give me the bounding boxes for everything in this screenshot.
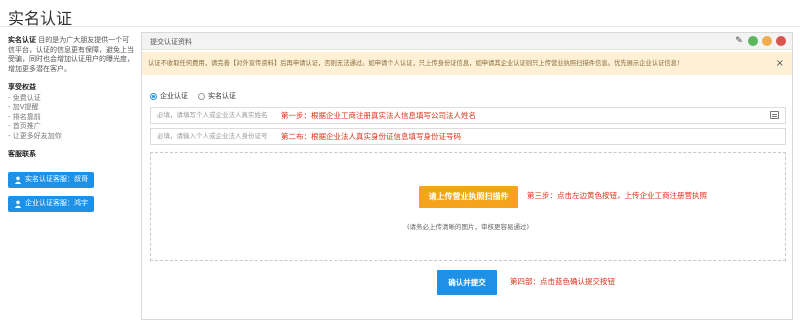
- intro-text: 实名认证 目的是为广大朋友提供一个可信平台，认证的信息更有保障，避免上当受骗，同…: [8, 36, 136, 74]
- benefits-list: - 免费认证 - 加V提醒 - 排名靠前 - 首页推广 - 让更多好友加你: [8, 94, 136, 142]
- step-four-hint: 第四部：点击蓝色确认提交按钮: [510, 277, 615, 286]
- sidebar: 实名认证 目的是为广大朋友提供一个可信平台，认证的信息更有保障，避免上当受骗，同…: [8, 36, 136, 212]
- step-three-hint: 第三步：点击左边黄色按钮，上传企业工商注册营执照: [527, 191, 707, 200]
- panel-header: 提交认证资料 ✎: [142, 33, 792, 50]
- notice-close-icon[interactable]: ×: [776, 52, 784, 75]
- step-two-hint: 第二布：根据企业法人真实身份证信息填写身份证号码: [281, 132, 461, 141]
- verification-panel: 提交认证资料 ✎ 认证不收取任何费用，请完善【对外宣传资料】后再申请认证，否则无…: [141, 32, 793, 320]
- benefit-item: - 让更多好友加你: [8, 131, 62, 140]
- intro-bold: 实名认证: [8, 36, 36, 44]
- contact-button-label: 实名认证客服：叔哥: [25, 174, 88, 183]
- id-number-input[interactable]: 必填，请输入个人或企业法人身份证号 第二布：根据企业法人真实身份证信息填写身份证…: [150, 128, 786, 145]
- wrench-icon[interactable]: ✎: [734, 36, 744, 46]
- radio-enterprise-label: 企业认证: [160, 92, 188, 100]
- radio-personal-label: 实名认证: [208, 92, 236, 100]
- benefit-item: - 排名靠前: [8, 112, 41, 121]
- id-placeholder: 必填，请输入个人或企业法人身份证号: [157, 132, 268, 140]
- radio-selected-icon: [150, 92, 157, 100]
- panel-tools: ✎: [734, 36, 786, 46]
- user-icon: [14, 200, 22, 208]
- submit-button[interactable]: 确认并提交: [437, 270, 497, 295]
- upload-area[interactable]: 请上传营业执照扫描件 第三步：点击左边黄色按钮，上传企业工商注册营执照 (请务必…: [150, 152, 786, 261]
- benefit-item: - 加V提醒: [8, 103, 39, 111]
- benefits-title: 享受权益: [8, 83, 36, 91]
- notice-text: 认证不收取任何费用，请完善【对外宣传资料】后再申请认证，否则无法通过。如申请个人…: [148, 60, 684, 67]
- contact-button-realname[interactable]: 实名认证客服：叔哥: [8, 171, 94, 188]
- contact-button-enterprise[interactable]: 企业认证客服：鸿宇: [8, 195, 94, 212]
- minimize-icon[interactable]: [762, 36, 772, 46]
- user-icon: [14, 176, 22, 184]
- name-input[interactable]: 必填，请填写个人或企业法人真实姓名 第一步：根据企业工商注册真实法人信息填写公司…: [150, 107, 786, 124]
- step-one-hint: 第一步：根据企业工商注册真实法人信息填写公司法人姓名: [281, 111, 476, 120]
- benefit-item: - 首页推广: [8, 122, 41, 130]
- contact-title: 客服联系: [8, 150, 36, 158]
- contact-button-label: 企业认证客服：鸿宇: [25, 198, 88, 207]
- title-divider: [0, 26, 800, 27]
- radio-personal[interactable]: 实名认证: [198, 91, 236, 101]
- verification-type: 企业认证 实名认证: [150, 91, 246, 101]
- name-placeholder: 必填，请填写个人或企业法人真实姓名: [157, 111, 268, 119]
- id-card-icon: [770, 111, 779, 119]
- upload-note: (请务必上传清晰的图片，审核更容易通过): [406, 223, 530, 231]
- radio-unselected-icon: [198, 92, 205, 100]
- panel-title: 提交认证资料: [150, 38, 192, 46]
- benefit-item: - 免费认证: [8, 93, 41, 102]
- refresh-icon[interactable]: [748, 36, 758, 46]
- upload-license-button[interactable]: 请上传营业执照扫描件: [419, 186, 518, 208]
- notice-banner: 认证不收取任何费用，请完善【对外宣传资料】后再申请认证，否则无法通过。如申请个人…: [142, 52, 792, 75]
- radio-enterprise[interactable]: 企业认证: [150, 91, 188, 101]
- close-icon[interactable]: [776, 36, 786, 46]
